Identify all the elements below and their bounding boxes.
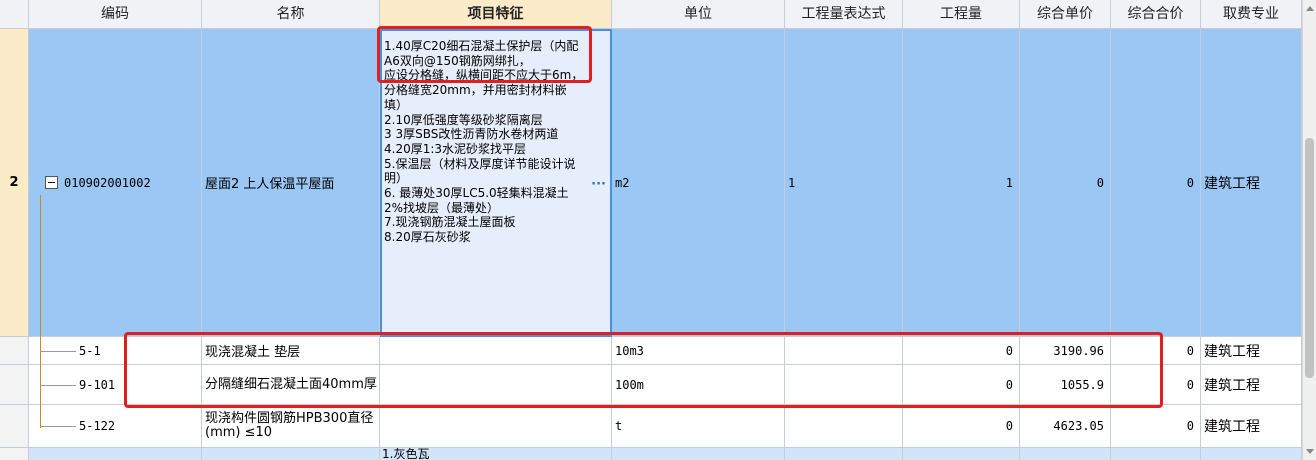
scroll-down-icon[interactable] (1306, 449, 1314, 454)
table-row[interactable]: 5-122 现浇构件圆钢筋HPB300直径(mm) ≤10 t 0 4623.0… (0, 405, 1302, 448)
unit-price-cell[interactable]: 4623.05 (1020, 405, 1111, 448)
name-value: 分隔缝细石混凝土面40mm厚 (205, 376, 377, 392)
code-cell[interactable]: 5-122 (29, 405, 202, 448)
header-quantity[interactable]: 工程量 (903, 0, 1020, 29)
row-number[interactable] (0, 405, 29, 448)
code-value: 5-122 (79, 419, 116, 433)
unit-price-cell[interactable]: 3190.96 (1020, 337, 1111, 365)
total-cell[interactable] (1111, 448, 1201, 460)
collapse-icon[interactable] (45, 176, 58, 189)
feature-line: 8.20厚石灰砂浆 (384, 230, 471, 245)
scroll-up-icon[interactable] (1306, 6, 1314, 11)
quantity-cell[interactable]: 0 (903, 405, 1020, 448)
tree-line (40, 384, 76, 386)
feature-line: 2.10厚低强度等级砂浆隔离层 (384, 112, 543, 127)
feature-line: 4.20厚1:3水泥砂浆找平层 (384, 141, 527, 156)
code-cell[interactable]: 010902001002 (29, 29, 202, 337)
unit-cell[interactable]: 100m (612, 365, 785, 405)
specialty-cell[interactable]: 建筑工程 (1201, 365, 1302, 405)
expression-cell[interactable]: 1 (785, 29, 903, 337)
header-expression[interactable]: 工程量表达式 (785, 0, 903, 29)
code-value: 9-101 (79, 377, 116, 392)
feature-cell[interactable]: 1.灰色瓦 (380, 448, 612, 460)
unit-cell[interactable]: t (612, 405, 785, 448)
unit-price-cell[interactable]: 0 (1020, 29, 1111, 337)
unit-cell[interactable]: m2 (612, 29, 785, 337)
code-value: 5-1 (79, 343, 101, 358)
table-row[interactable]: 9-101 分隔缝细石混凝土面40mm厚 100m 0 1055.9 0 建筑工… (0, 365, 1302, 405)
header-name[interactable]: 名称 (202, 0, 380, 29)
quantity-cell[interactable]: 0 (903, 337, 1020, 365)
name-value: 现浇构件圆钢筋HPB300直径(mm) ≤10 (205, 411, 374, 440)
bill-of-quantities-grid: 编码 名称 项目特征 单位 工程量表达式 工程量 综合单价 综合合价 取费专业 … (0, 0, 1316, 460)
table-row[interactable]: 5-1 现浇混凝土 垫层 10m3 0 3190.96 0 建筑工程 (0, 337, 1302, 365)
unit-price-cell[interactable]: 1055.9 (1020, 365, 1111, 405)
name-cell[interactable]: 现浇混凝土 垫层 (202, 337, 380, 365)
feature-cell[interactable] (380, 337, 612, 365)
code-cell[interactable] (29, 448, 202, 460)
quantity-cell[interactable]: 0 (903, 365, 1020, 405)
grid-header: 编码 名称 项目特征 单位 工程量表达式 工程量 综合单价 综合合价 取费专业 (0, 0, 1302, 29)
header-unit-price[interactable]: 综合单价 (1020, 0, 1111, 29)
specialty-cell[interactable]: 建筑工程 (1201, 29, 1302, 337)
name-cell[interactable]: 现浇构件圆钢筋HPB300直径(mm) ≤10 (202, 405, 380, 448)
tree-connector (40, 195, 41, 428)
tree-line (40, 350, 76, 352)
edit-ellipsis-button[interactable]: ··· (591, 177, 606, 192)
feature-line: 应设分格缝，纵横间距不应大于6m，分格缝宽20mm，并用密封材料嵌填） (384, 68, 584, 112)
table-row-next[interactable]: 1.灰色瓦 (0, 448, 1302, 460)
row-number[interactable] (0, 448, 29, 460)
tree-line (40, 426, 76, 427)
quantity-cell[interactable] (903, 448, 1020, 460)
header-feature[interactable]: 项目特征 (380, 0, 612, 29)
header-corner (0, 0, 29, 29)
scrollbar-thumb[interactable] (1305, 138, 1314, 378)
unit-price-cell[interactable] (1020, 448, 1111, 460)
row-number[interactable] (0, 337, 29, 365)
unit-cell[interactable]: 10m3 (612, 337, 785, 365)
feature-line: 7.现浇钢筋混凝土屋面板 (384, 215, 516, 230)
expression-cell[interactable] (785, 448, 903, 460)
total-cell[interactable]: 0 (1111, 405, 1201, 448)
row-number[interactable] (0, 365, 29, 405)
specialty-cell[interactable] (1201, 448, 1302, 460)
feature-line: 5.保温层（材料及厚度详节能设计说明） (384, 156, 576, 186)
row-number[interactable]: 2 (0, 29, 29, 337)
total-cell[interactable]: 0 (1111, 29, 1201, 337)
name-cell[interactable] (202, 448, 380, 460)
header-total[interactable]: 综合合价 (1111, 0, 1201, 29)
name-cell[interactable]: 屋面2 上人保温平屋面 (202, 29, 380, 337)
code-cell[interactable]: 5-1 (29, 337, 202, 365)
feature-line: 1.40厚C20细石混凝土保护层（内配A6双向@150钢筋网绑扎， (384, 39, 579, 68)
code-value: 010902001002 (64, 175, 151, 190)
total-cell[interactable]: 0 (1111, 365, 1201, 405)
specialty-cell[interactable]: 建筑工程 (1201, 337, 1302, 365)
feature-text: 1.40厚C20细石混凝土保护层（内配A6双向@150钢筋网绑扎， 应设分格缝，纵… (384, 39, 584, 245)
feature-line: 3 3厚SBS改性沥青防水卷材两道 (384, 127, 559, 142)
feature-line: 6. 最薄处30厚LC5.0轻集料混凝土2%找坡层（最薄处） (384, 186, 569, 215)
vertical-scrollbar[interactable] (1302, 0, 1316, 460)
code-cell[interactable]: 9-101 (29, 365, 202, 405)
expression-cell[interactable] (785, 365, 903, 405)
name-cell[interactable]: 分隔缝细石混凝土面40mm厚 (202, 365, 380, 405)
feature-cell[interactable] (380, 365, 612, 405)
feature-cell[interactable] (380, 405, 612, 448)
header-unit[interactable]: 单位 (612, 0, 785, 29)
feature-text: 1.灰色瓦 (382, 448, 430, 460)
feature-cell-active[interactable]: 1.40厚C20细石混凝土保护层（内配A6双向@150钢筋网绑扎， 应设分格缝，纵… (380, 29, 612, 337)
header-code[interactable]: 编码 (29, 0, 202, 29)
total-cell[interactable]: 0 (1111, 337, 1201, 365)
header-specialty[interactable]: 取费专业 (1201, 0, 1302, 29)
specialty-cell[interactable]: 建筑工程 (1201, 405, 1302, 448)
unit-cell[interactable] (612, 448, 785, 460)
quantity-cell[interactable]: 1 (903, 29, 1020, 337)
table-row-main[interactable]: 2 010902001002 屋面2 上人保温平屋面 1.40厚C20细石混凝土… (0, 29, 1302, 337)
expression-cell[interactable] (785, 405, 903, 448)
expression-cell[interactable] (785, 337, 903, 365)
